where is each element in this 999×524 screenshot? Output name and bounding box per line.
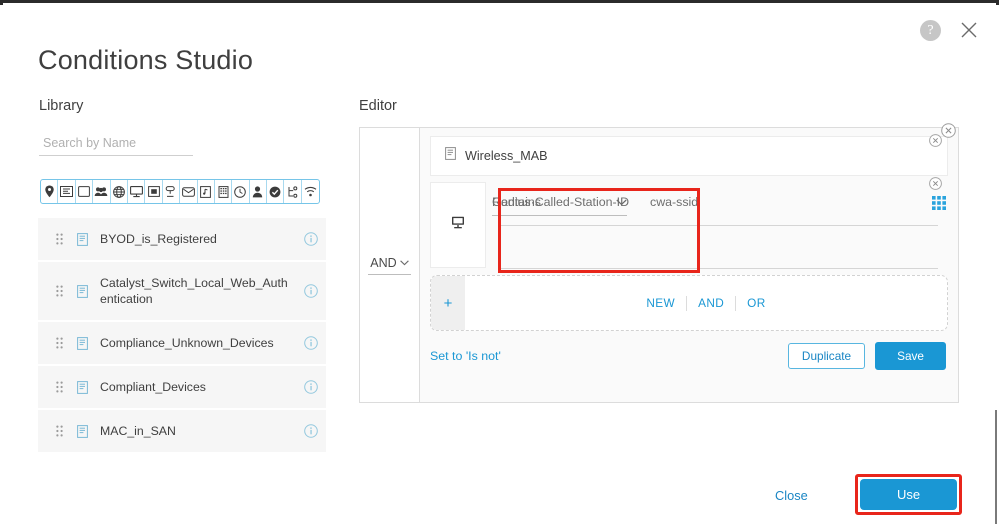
condition-doc-icon [72, 232, 92, 246]
operator-value-line [500, 225, 938, 269]
radius-icon[interactable] [198, 180, 215, 203]
remove-circle-icon[interactable] [929, 134, 942, 147]
workstation-icon[interactable] [128, 180, 146, 203]
list-item-label: Compliant_Devices [100, 380, 206, 394]
condition-value[interactable]: cwa-ssid [650, 195, 698, 209]
list-item[interactable]: Catalyst_Switch_Local_Web_Authentication [38, 262, 326, 322]
info-icon[interactable] [296, 284, 326, 298]
condition-doc-icon [72, 336, 92, 350]
info-icon[interactable] [296, 232, 326, 246]
building-icon[interactable] [215, 180, 233, 203]
editor-content: Wireless_MAB Radius·Called-Station-ID Co… [420, 128, 958, 402]
device-blank-icon[interactable] [76, 180, 94, 203]
add-condition-row: + NEW AND OR [430, 275, 948, 331]
topology-icon[interactable] [284, 180, 302, 203]
network-globe-icon[interactable] [111, 180, 128, 203]
identity-group-icon[interactable] [93, 180, 111, 203]
close-button[interactable]: Close [775, 488, 808, 503]
drag-handle-icon[interactable] [48, 381, 70, 393]
logic-buttons: NEW AND OR [465, 276, 947, 330]
set-is-not-link[interactable]: Set to 'Is not' [430, 349, 501, 363]
duplicate-button[interactable]: Duplicate [787, 343, 866, 369]
user-icon[interactable] [250, 180, 268, 203]
and-condition-button[interactable]: AND [686, 295, 735, 311]
network-device-icon[interactable] [58, 180, 76, 203]
search-field-wrap [39, 134, 193, 156]
editor-buttons: Duplicate Save [787, 342, 946, 370]
location-pin-icon[interactable] [41, 180, 59, 203]
save-button[interactable]: Save [875, 342, 946, 370]
workstation-icon [451, 216, 465, 234]
attribute-fields: Radius·Called-Station-ID Contains cwa-ss… [486, 182, 948, 269]
list-item[interactable]: BYOD_is_Registered [38, 218, 326, 262]
grid-picker-icon[interactable] [932, 196, 946, 215]
help-circle-icon[interactable]: ? [920, 20, 941, 41]
info-icon[interactable] [296, 424, 326, 438]
editor-footer: Set to 'Is not' Duplicate Save [430, 342, 948, 370]
library-list: BYOD_is_Registered Catalyst_Switch_Local… [38, 218, 326, 454]
endpoint-screen-icon[interactable] [145, 180, 163, 203]
operator-label: Contains [492, 195, 541, 209]
library-label: Library [39, 98, 84, 114]
list-item-label: BYOD_is_Registered [100, 232, 217, 246]
list-item-label: MAC_in_SAN [100, 424, 176, 438]
window-top-edge [0, 0, 999, 7]
use-button[interactable]: Use [860, 479, 957, 510]
chevron-down-icon [399, 259, 409, 265]
vertical-scrollbar[interactable] [995, 410, 997, 524]
wireless-signal-icon[interactable] [302, 180, 319, 203]
condition-doc-icon [72, 424, 92, 438]
conditions-studio-dialog: ? Conditions Studio Library Editor Searc… [0, 0, 999, 524]
new-condition-button[interactable]: NEW [635, 296, 686, 311]
mail-icon[interactable] [180, 180, 198, 203]
editor-label: Editor [359, 98, 397, 114]
drag-handle-icon[interactable] [48, 285, 70, 297]
or-condition-button[interactable]: OR [735, 295, 777, 311]
condition-doc-icon [72, 380, 92, 394]
close-icon[interactable] [958, 19, 980, 41]
condition-name-row[interactable]: Wireless_MAB [430, 136, 948, 176]
logic-operator-column: AND [360, 128, 420, 402]
list-item[interactable]: MAC_in_SAN [38, 410, 326, 454]
attribute-dictionary-icon-cell[interactable] [430, 182, 486, 268]
logic-operator-dropdown[interactable]: AND [368, 255, 411, 275]
posture-icon[interactable] [163, 180, 181, 203]
condition-name-label: Wireless_MAB [465, 149, 548, 163]
list-item-label: Compliance_Unknown_Devices [100, 336, 274, 350]
condition-editor: AND Wireless_MAB Radius·Called-Station-I… [359, 127, 959, 403]
operator-dropdown[interactable]: Contains [492, 195, 627, 216]
compliance-check-icon[interactable] [267, 180, 285, 203]
remove-circle-icon[interactable] [929, 177, 942, 190]
info-icon[interactable] [296, 380, 326, 394]
attribute-condition-row: Radius·Called-Station-ID Contains cwa-ss… [430, 182, 948, 269]
time-clock-icon[interactable] [232, 180, 250, 203]
list-item[interactable]: Compliant_Devices [38, 366, 326, 410]
drag-handle-icon[interactable] [48, 233, 70, 245]
page-title: Conditions Studio [38, 45, 254, 75]
library-filter-toolbar [40, 179, 321, 204]
condition-doc-icon [72, 284, 92, 298]
drag-handle-icon[interactable] [48, 425, 70, 437]
search-input[interactable] [39, 136, 193, 156]
remove-circle-icon[interactable] [941, 123, 956, 138]
condition-doc-icon [445, 147, 456, 165]
chevron-down-icon [616, 199, 627, 205]
list-item-label: Catalyst_Switch_Local_Web_Authentication [100, 276, 288, 306]
add-condition-plus-button[interactable]: + [431, 276, 465, 330]
drag-handle-icon[interactable] [48, 337, 70, 349]
logic-operator-label: AND [370, 255, 397, 270]
info-icon[interactable] [296, 336, 326, 350]
list-item[interactable]: Compliance_Unknown_Devices [38, 322, 326, 366]
